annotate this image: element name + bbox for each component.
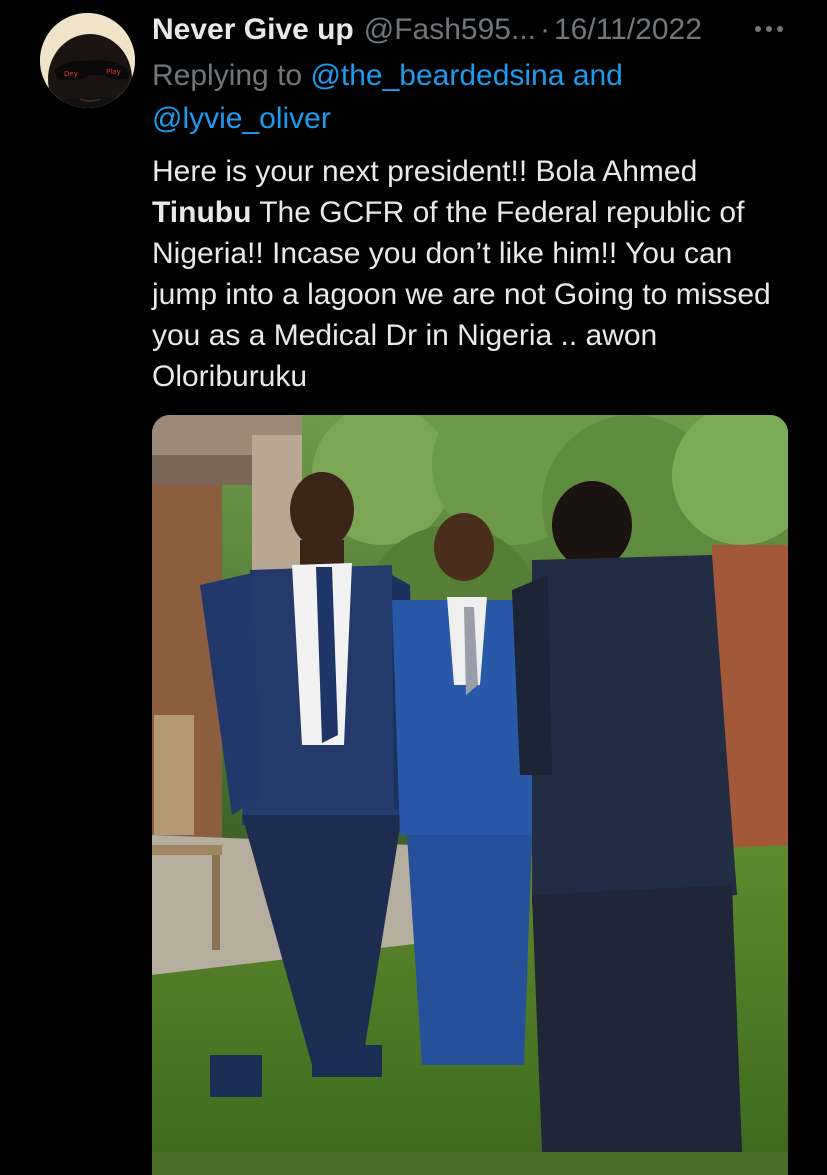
mention-connector: and [564,59,623,92]
user-handle[interactable]: @Fash595... [364,13,536,47]
glasses-left-text: Dey [64,70,78,78]
replying-to-label: Replying to [152,59,311,92]
tweet-header: Never Give up @Fash595... · 16/11/2022 [152,8,792,52]
mention-link-lyvie-oliver[interactable]: @lyvie_oliver [152,102,331,135]
glasses-right-text: Play [106,68,121,76]
tweet-text: Here is your next president!! Bola Ahmed… [152,151,802,397]
avatar-image: Dey Play [40,13,135,108]
tweet-photo[interactable] [152,415,788,1175]
replying-to-line: Replying to @the_beardedsina and @lyvie_… [152,54,792,140]
separator-dot: · [539,13,550,46]
tweet-text-part-1: Here is your next president!! Bola Ahmed [152,155,698,188]
tweet-text-bold: Tinubu [152,196,252,229]
photo-three-men-in-suits-garden [152,415,788,1152]
tweet[interactable]: Dey Play Never Give up @Fash595... · 16/… [0,0,827,1175]
display-name[interactable]: Never Give up [152,13,354,47]
tweet-date[interactable]: 16/11/2022 [554,13,702,47]
mention-link-the-beardedsina[interactable]: @the_beardedsina [310,59,564,92]
avatar[interactable]: Dey Play [40,13,135,108]
more-horizontal-icon[interactable] [752,14,786,44]
